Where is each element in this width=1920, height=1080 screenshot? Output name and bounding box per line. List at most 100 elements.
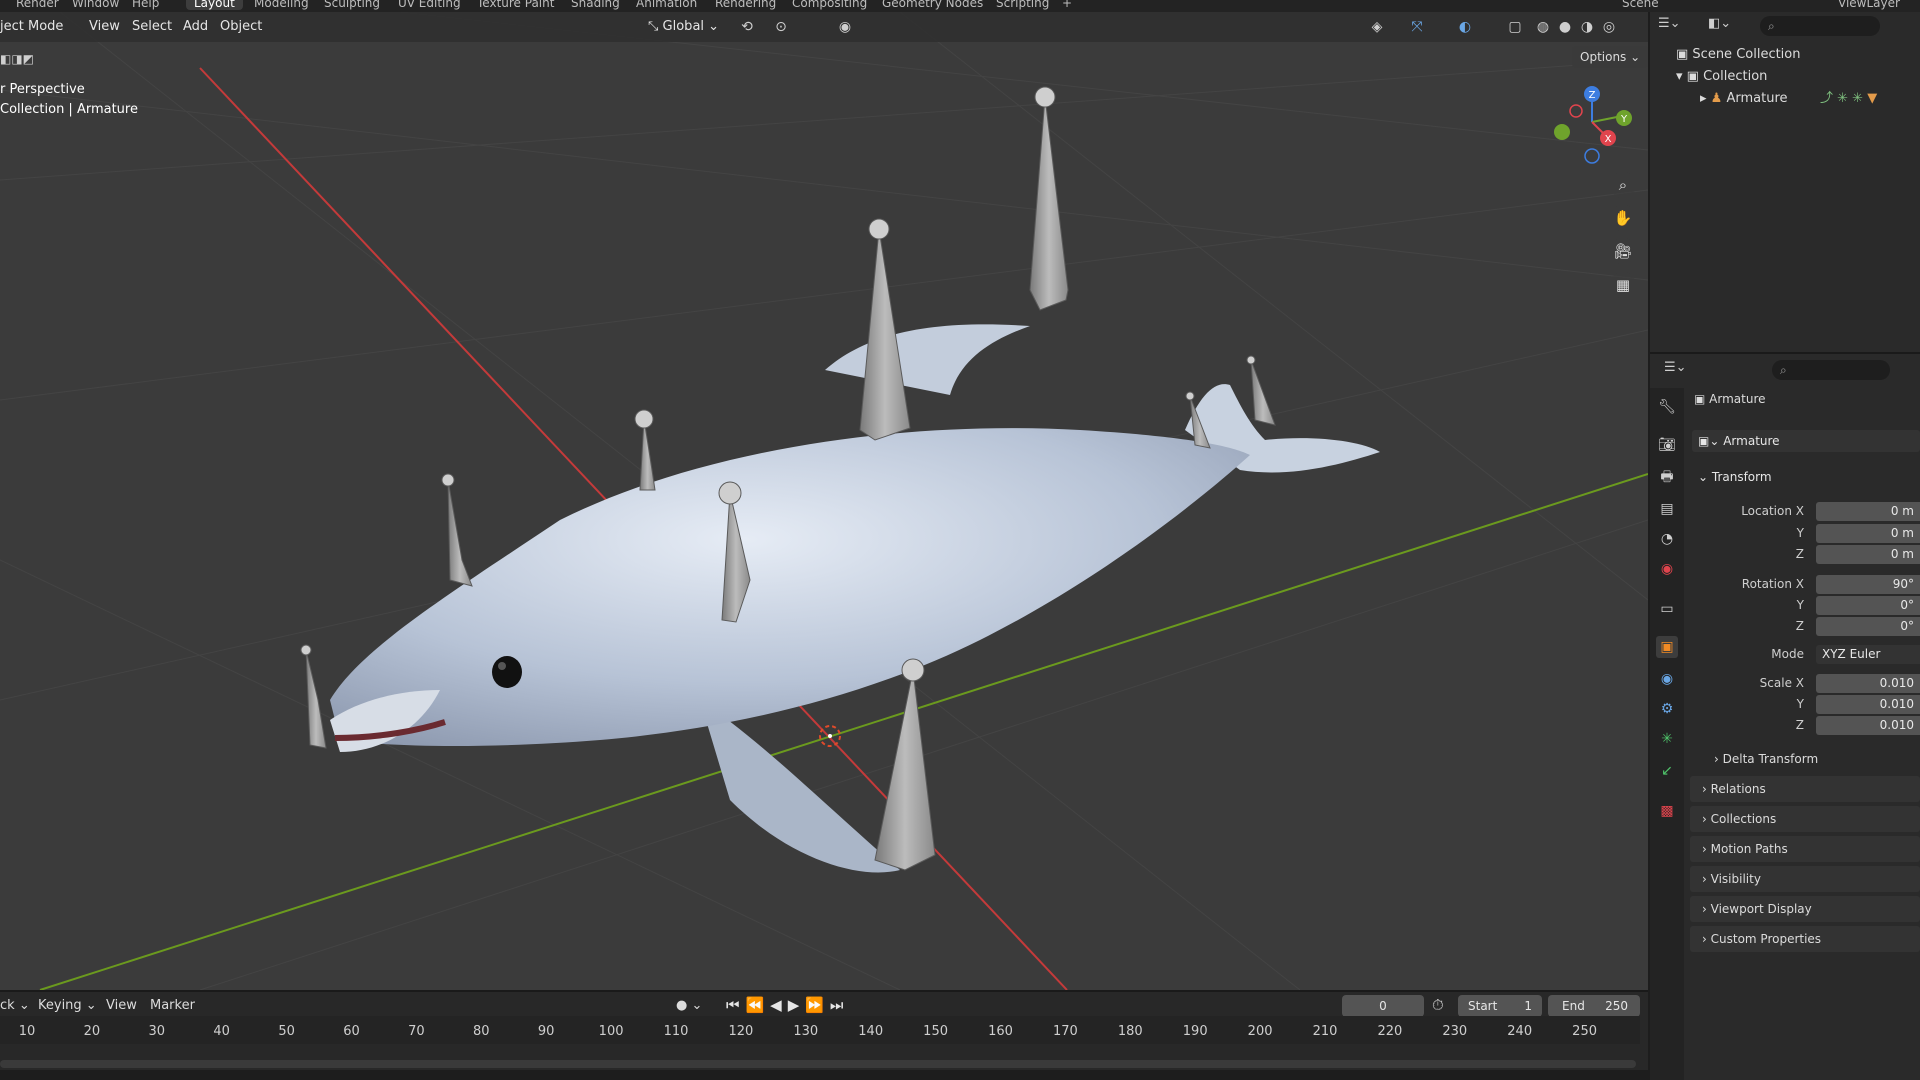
- tool-tab-icon[interactable]: 🔧︎: [1656, 396, 1678, 418]
- panel-visibility[interactable]: › Visibility: [1690, 866, 1920, 892]
- mode-dropdown[interactable]: ject Mode: [0, 19, 63, 34]
- tab-shading[interactable]: Shading: [571, 0, 620, 10]
- perspective-grid-icon[interactable]: ▦: [1610, 272, 1636, 298]
- 3d-cursor[interactable]: [819, 725, 841, 747]
- solid-shading-icon[interactable]: ●: [1554, 16, 1576, 38]
- zoom-icon[interactable]: ⌕: [1610, 172, 1636, 198]
- object-tab-icon[interactable]: ▣: [1656, 636, 1678, 658]
- rendered-shading-icon[interactable]: ◎: [1598, 16, 1620, 38]
- pan-hand-icon[interactable]: ✋: [1610, 205, 1636, 231]
- location-y-field[interactable]: 0 m: [1816, 524, 1920, 543]
- scale-z-field[interactable]: 0.010: [1816, 716, 1920, 735]
- stopwatch-icon[interactable]: ⏱: [1432, 996, 1444, 1014]
- menu-object[interactable]: Object: [220, 19, 262, 34]
- tab-animation[interactable]: Animation: [636, 0, 697, 10]
- 3d-viewport[interactable]: [0, 12, 1648, 990]
- current-frame-field[interactable]: 0: [1342, 995, 1424, 1017]
- location-x-label: Location X: [1741, 504, 1804, 518]
- outliner-scene-collection[interactable]: ▣ Scene Collection: [1650, 44, 1920, 66]
- visibility-icon[interactable]: ◈: [1366, 16, 1388, 38]
- proportional-edit-icon[interactable]: ◉: [834, 16, 856, 38]
- tab-modeling[interactable]: Modeling: [254, 0, 309, 10]
- menu-render[interactable]: Render: [16, 0, 59, 10]
- scale-x-field[interactable]: 0.010: [1816, 674, 1920, 693]
- outliner: ☰⌄ ◧⌄ ⌕ ▣ Scene Collection ▾ ▣ Collectio…: [1650, 12, 1920, 352]
- menu-window[interactable]: Window: [72, 0, 119, 10]
- select-mode-icons[interactable]: ◧◨◩: [0, 52, 34, 66]
- panel-relations[interactable]: › Relations: [1690, 776, 1920, 802]
- tab-compositing[interactable]: Compositing: [792, 0, 867, 10]
- record-icon[interactable]: ● ⌄: [676, 998, 702, 1013]
- render-tab-icon[interactable]: 📷︎: [1656, 434, 1678, 456]
- pivot-icon[interactable]: ⟲: [736, 16, 758, 38]
- timeline-scrollbar[interactable]: [0, 1060, 1636, 1068]
- location-z-field[interactable]: 0 m: [1816, 545, 1920, 564]
- menu-playback[interactable]: ck ⌄: [0, 998, 30, 1013]
- editor-type-icon[interactable]: ☰⌄: [1664, 360, 1687, 375]
- tab-texture-paint[interactable]: Texture Paint: [477, 0, 554, 10]
- dolphin-mesh[interactable]: [330, 324, 1380, 873]
- snap-icon[interactable]: ⊙: [770, 16, 792, 38]
- panel-viewport-display[interactable]: › Viewport Display: [1690, 896, 1920, 922]
- menu-timeline-view[interactable]: View: [106, 998, 137, 1013]
- modifier-icons[interactable]: ⤴ ✳ ✳ ▼: [1820, 88, 1877, 110]
- menu-view[interactable]: View: [89, 19, 120, 34]
- view-layer-selector[interactable]: ViewLayer: [1838, 0, 1900, 10]
- bone-tab-icon[interactable]: ↙: [1656, 760, 1678, 782]
- gizmo-toggle-icon[interactable]: ⤧: [1406, 16, 1428, 38]
- tab-geometry-nodes[interactable]: Geometry Nodes: [882, 0, 983, 10]
- collection-tab-icon[interactable]: ▭: [1656, 598, 1678, 620]
- menu-marker[interactable]: Marker: [150, 998, 195, 1013]
- tab-rendering[interactable]: Rendering: [715, 0, 776, 10]
- panel-custom-properties[interactable]: › Custom Properties: [1690, 926, 1920, 952]
- modifier-tab-icon[interactable]: ◉: [1656, 668, 1678, 690]
- outliner-armature[interactable]: ▸ ♟ Armature ⤴ ✳ ✳ ▼: [1650, 88, 1920, 110]
- outliner-search-input[interactable]: ⌕: [1760, 16, 1880, 36]
- playback-controls[interactable]: ⏮⏪◀▶⏩⏭: [726, 996, 849, 1014]
- tab-scripting[interactable]: Scripting: [996, 0, 1049, 10]
- menu-add[interactable]: Add: [183, 19, 208, 34]
- rotation-y-field[interactable]: 0°: [1816, 596, 1920, 615]
- display-mode-icon[interactable]: ◧⌄: [1708, 16, 1731, 31]
- properties-search-input[interactable]: ⌕: [1772, 360, 1890, 380]
- outliner-collection[interactable]: ▾ ▣ Collection: [1650, 66, 1920, 88]
- world-tab-icon[interactable]: ◉: [1656, 558, 1678, 580]
- rotation-z-field[interactable]: 0°: [1816, 617, 1920, 636]
- add-workspace-button[interactable]: +: [1062, 0, 1072, 10]
- delta-transform-subpanel[interactable]: › Delta Transform: [1714, 752, 1818, 766]
- menu-keying[interactable]: Keying ⌄: [38, 998, 97, 1013]
- location-x-field[interactable]: 0 m: [1816, 502, 1920, 521]
- panel-collections[interactable]: › Collections: [1690, 806, 1920, 832]
- constraint-tab-icon[interactable]: ⚙: [1656, 698, 1678, 720]
- options-dropdown[interactable]: Options ⌄: [1572, 46, 1649, 68]
- camera-view-icon[interactable]: 🎥︎: [1610, 238, 1636, 264]
- scene-tab-icon[interactable]: ◔: [1656, 528, 1678, 550]
- tab-sculpting[interactable]: Sculpting: [324, 0, 380, 10]
- xray-icon[interactable]: ▢: [1504, 16, 1526, 38]
- scale-y-field[interactable]: 0.010: [1816, 695, 1920, 714]
- tab-layout[interactable]: Layout: [186, 0, 243, 10]
- navigation-gizmo[interactable]: Z Y X: [1540, 80, 1640, 170]
- scene-selector[interactable]: Scene: [1622, 0, 1659, 10]
- menu-help[interactable]: Help: [132, 0, 159, 10]
- wireframe-shading-icon[interactable]: ◍: [1532, 16, 1554, 38]
- armature-data-tab-icon[interactable]: ✳: [1656, 728, 1678, 750]
- view-layer-tab-icon[interactable]: ▤: [1656, 498, 1678, 520]
- editor-type-icon[interactable]: ☰⌄: [1658, 16, 1681, 31]
- transform-panel-header[interactable]: ⌄ Transform: [1698, 470, 1772, 484]
- start-frame-field[interactable]: Start 1: [1458, 995, 1542, 1017]
- object-name-field[interactable]: ▣⌄ Armature: [1692, 430, 1920, 452]
- material-shading-icon[interactable]: ◑: [1576, 16, 1598, 38]
- overlays-icon[interactable]: ◐: [1454, 16, 1476, 38]
- texture-tab-icon[interactable]: ▩: [1656, 800, 1678, 822]
- rotation-mode-dropdown[interactable]: XYZ Euler: [1816, 645, 1920, 664]
- chevron-down-icon: ⌄: [1698, 470, 1712, 484]
- orientation-dropdown[interactable]: ⤡ Global ⌄: [640, 16, 727, 38]
- end-frame-field[interactable]: End 250: [1548, 995, 1640, 1017]
- menu-select[interactable]: Select: [132, 19, 172, 34]
- panel-motion-paths[interactable]: › Motion Paths: [1690, 836, 1920, 862]
- rotation-x-field[interactable]: 90°: [1816, 575, 1920, 594]
- tab-uv-editing[interactable]: UV Editing: [398, 0, 461, 10]
- expand-arrow-icon: ▾: [1676, 69, 1687, 84]
- output-tab-icon[interactable]: 🖶: [1656, 466, 1678, 488]
